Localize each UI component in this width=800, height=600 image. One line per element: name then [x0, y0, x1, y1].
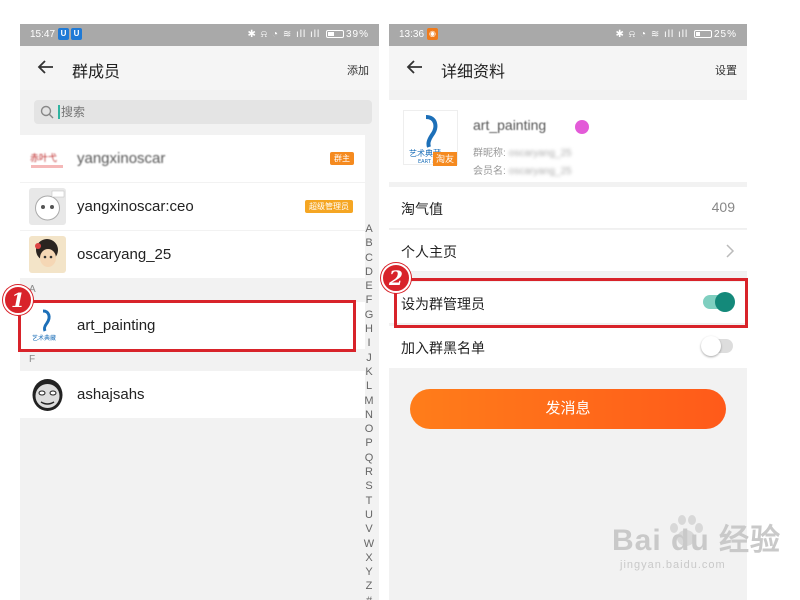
member-username: 会员名: oscaryang_25: [473, 166, 572, 177]
blacklist-row: 加入群黑名单: [389, 326, 747, 368]
index-letter[interactable]: E: [362, 279, 376, 293]
search-icon: [40, 105, 54, 119]
index-letter[interactable]: J: [362, 351, 376, 365]
index-letter[interactable]: W: [362, 537, 376, 551]
notification-icons: ◉: [427, 28, 438, 40]
verified-icon: [575, 120, 589, 134]
weibo-notification-icon: ◉: [427, 28, 438, 40]
watermark-main: Bai du 经验: [612, 524, 782, 557]
index-letter[interactable]: O: [362, 422, 376, 436]
avatar: [29, 376, 66, 413]
index-letter[interactable]: P: [362, 436, 376, 450]
member-name: yangxinoscar: [77, 150, 166, 167]
nav-bar: 详细资料 设置: [389, 46, 747, 90]
step-1-badge: 1: [3, 285, 33, 315]
index-letter[interactable]: M: [362, 394, 376, 408]
taoqi-row: 淘气值 409: [389, 187, 747, 229]
homepage-row[interactable]: 个人主页: [389, 230, 747, 272]
index-letter[interactable]: D: [362, 265, 376, 279]
index-letter[interactable]: A: [362, 222, 376, 236]
status-right: ✱ ⍾ ◔ ≋ ıll ıll 39%: [247, 29, 369, 40]
highlight-box-step-2: [394, 278, 748, 328]
search-bar[interactable]: [34, 100, 372, 124]
baidu-jingyan-watermark: Bai du 经验 jingyan.baidu.com: [612, 515, 781, 571]
watermark-url: jingyan.baidu.com: [620, 559, 726, 571]
send-message-button[interactable]: 发消息: [410, 389, 726, 429]
highlight-box-step-1: [18, 300, 356, 352]
index-letter[interactable]: H: [362, 322, 376, 336]
member-name: yangxinoscar:ceo: [77, 198, 194, 215]
index-letter[interactable]: S: [362, 479, 376, 493]
status-bar: 13:36 ◉ ✱ ⍾ ◔ ≋ ıll ıll 25%: [389, 24, 747, 46]
avatar: 赤叶弋: [29, 140, 66, 177]
status-time: 15:47: [30, 29, 56, 40]
battery-icon: [325, 30, 344, 38]
taoqi-value: 409: [711, 199, 735, 215]
battery-icon: [693, 30, 712, 38]
settings-button[interactable]: 设置: [715, 62, 737, 78]
page-title: 详细资料: [441, 64, 506, 81]
owner-badge: 群主: [330, 152, 354, 165]
avatar: [29, 236, 66, 273]
member-row[interactable]: yangxinoscar:ceo 超级管理员: [20, 183, 365, 230]
chevron-right-icon: [726, 244, 735, 258]
index-letter[interactable]: #: [362, 594, 376, 600]
index-letter[interactable]: K: [362, 365, 376, 379]
step-2-badge: 2: [381, 263, 411, 293]
avatar: [29, 188, 66, 225]
member-row[interactable]: oscaryang_25: [20, 231, 365, 278]
index-letter[interactable]: Q: [362, 451, 376, 465]
notification-icons: U U: [58, 28, 82, 40]
battery-level: 25%: [713, 29, 737, 40]
taoqi-label: 淘气值: [401, 201, 443, 217]
member-name: ashajsahs: [77, 386, 145, 403]
search-input[interactable]: [61, 103, 361, 121]
index-letter[interactable]: Y: [362, 565, 376, 579]
index-letter[interactable]: C: [362, 251, 376, 265]
group-nickname: 群昵称: oscaryang_25: [473, 148, 572, 159]
profile-card: 艺术典藏 EART art 淘友 art_painting 群昵称: oscarya…: [389, 100, 747, 182]
super-admin-badge: 超级管理员: [305, 200, 353, 213]
index-letter[interactable]: T: [362, 494, 376, 508]
blacklist-toggle[interactable]: [701, 336, 733, 356]
app-notification-icon: U: [58, 28, 69, 40]
member-row[interactable]: 赤叶弋 yangxinoscar 群主: [20, 135, 365, 182]
index-letter[interactable]: B: [362, 236, 376, 250]
index-letter[interactable]: Z: [362, 579, 376, 593]
blacklist-label: 加入群黑名单: [401, 340, 485, 356]
alphabet-index-bar[interactable]: ABCDEFGHIJKLMNOPQRSTUVWXYZ#: [362, 222, 376, 600]
index-letter[interactable]: R: [362, 465, 376, 479]
member-name: oscaryang_25: [77, 246, 172, 263]
index-letter[interactable]: I: [362, 336, 376, 350]
nav-bar: 群成员 添加: [20, 46, 379, 90]
page-title: 群成员: [72, 64, 121, 81]
index-letter[interactable]: L: [362, 379, 376, 393]
index-letter[interactable]: F: [362, 293, 376, 307]
add-button[interactable]: 添加: [347, 62, 369, 78]
status-bar: 15:47 U U ✱ ⍾ ◔ ≋ ıll ıll 39%: [20, 24, 379, 46]
app-notification-icon: U: [71, 28, 82, 40]
member-row[interactable]: ashajsahs: [20, 371, 365, 418]
status-time: 13:36: [399, 29, 425, 40]
back-arrow-icon[interactable]: [36, 57, 56, 77]
back-arrow-icon[interactable]: [405, 57, 425, 77]
profile-name: art_painting: [473, 117, 547, 133]
section-letter-f: F: [29, 354, 36, 365]
taoyou-tag: 淘友: [433, 152, 458, 166]
index-letter[interactable]: U: [362, 508, 376, 522]
text-cursor: [58, 105, 60, 119]
index-letter[interactable]: V: [362, 522, 376, 536]
index-letter[interactable]: N: [362, 408, 376, 422]
index-letter[interactable]: X: [362, 551, 376, 565]
svg-text:赤叶弋: 赤叶弋: [30, 152, 57, 164]
index-letter[interactable]: G: [362, 308, 376, 322]
homepage-label: 个人主页: [401, 244, 457, 260]
battery-level: 39%: [345, 29, 369, 40]
status-right: ✱ ⍾ ◔ ≋ ıll ıll 25%: [615, 29, 737, 40]
